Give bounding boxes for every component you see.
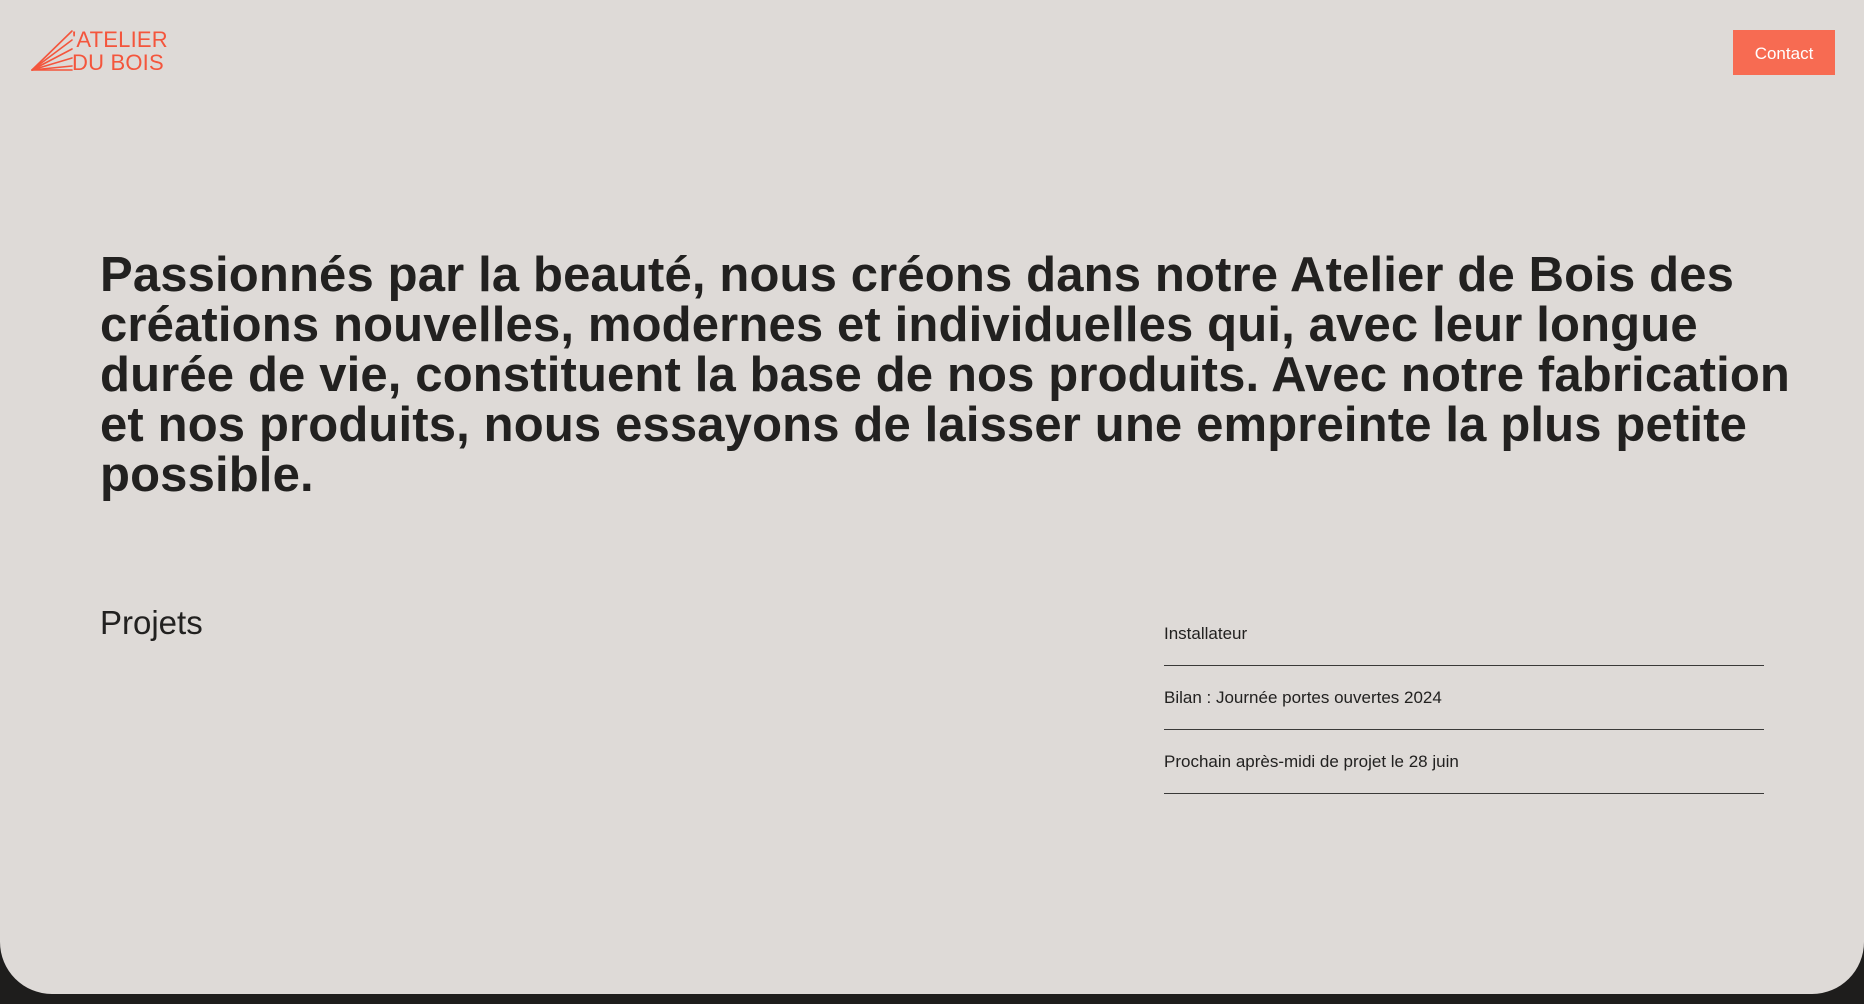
projects-list: Installateur Bilan : Journée portes ouve… <box>1164 602 1764 794</box>
contact-button[interactable]: Contact <box>1733 30 1835 75</box>
logo-line-2: DU BOIS <box>72 50 164 75</box>
project-link-open-day-review[interactable]: Bilan : Journée portes ouvertes 2024 <box>1164 666 1764 708</box>
projects-heading: Projets <box>100 604 203 641</box>
wood-grain-logo-icon <box>31 30 73 71</box>
list-item: Prochain après-midi de projet le 28 juin <box>1164 730 1764 794</box>
site-logo[interactable]: 'ATELIER DU BOIS <box>30 28 168 74</box>
intro-statement: Passionnés par la beauté, nous créons da… <box>100 248 1791 502</box>
list-item: Bilan : Journée portes ouvertes 2024 <box>1164 666 1764 730</box>
project-link-next-afternoon[interactable]: Prochain après-midi de projet le 28 juin <box>1164 730 1764 772</box>
logo-wordmark: 'ATELIER DU BOIS <box>72 28 168 74</box>
page: 'ATELIER DU BOIS Contact Passionnés par … <box>0 0 1864 994</box>
logo-line-1: 'ATELIER <box>72 27 168 52</box>
project-link-installateur[interactable]: Installateur <box>1164 602 1764 644</box>
list-item: Installateur <box>1164 602 1764 666</box>
